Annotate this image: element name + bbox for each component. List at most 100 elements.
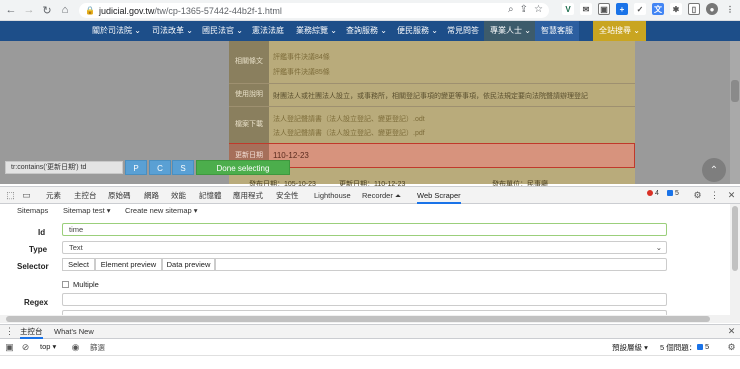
nav-constitutional-court[interactable]: 憲法法庭: [252, 21, 284, 41]
nav-business[interactable]: 業務綜覽 ⌄: [296, 21, 337, 41]
related-link-1[interactable]: 評鑑事件決議84條: [269, 52, 635, 62]
console-toolbar: ▣ ⊘ top ▾ ◉ 篩選 預設層級 ▾ 5 個問題： 5 ⚙: [0, 339, 740, 356]
issue-icon: [697, 344, 703, 351]
nav-service[interactable]: 便民服務 ⌄: [397, 21, 438, 41]
lock-icon[interactable]: 🔒: [85, 6, 95, 15]
nav-reform[interactable]: 司法改革 ⌄: [152, 21, 193, 41]
tab-performance[interactable]: 效能: [171, 187, 186, 204]
nav-site-search[interactable]: 全站搜尋 ⌄: [593, 21, 646, 41]
scroll-to-top-button[interactable]: ⌃: [702, 158, 726, 182]
tab-sources[interactable]: 原始碼: [108, 187, 131, 204]
download-link-odt[interactable]: 法人登記聲請書（法人設立登記、變更登記）.odt: [269, 114, 635, 124]
plus-extension-icon[interactable]: +: [616, 3, 628, 15]
close-drawer-icon[interactable]: ✕: [726, 326, 737, 337]
caret-down-icon: ▾: [52, 342, 57, 351]
drawer-tab-console[interactable]: 主控台: [20, 325, 43, 339]
log-level-dropdown[interactable]: 預設層級 ▾: [612, 342, 648, 353]
more-options-icon[interactable]: ⋮: [709, 190, 720, 201]
selector-preview-field[interactable]: tr:contains('更新日期') td: [5, 161, 123, 174]
tab-sitemap-test[interactable]: Sitemap test ▾: [63, 206, 111, 215]
regex-input[interactable]: [62, 293, 667, 306]
home-icon[interactable]: ⌂: [58, 3, 72, 17]
multiple-checkbox[interactable]: [62, 281, 69, 288]
select-child-button[interactable]: C: [149, 160, 171, 175]
error-count-badge[interactable]: 4: [647, 190, 659, 197]
tab-elements[interactable]: 元素: [46, 187, 61, 204]
close-devtools-icon[interactable]: ✕: [726, 190, 737, 201]
clear-console-icon[interactable]: ⊘: [20, 342, 31, 353]
regex-label: Regex: [24, 298, 49, 307]
type-select[interactable]: Text ⌄: [62, 241, 667, 254]
tab-create-sitemap[interactable]: Create new sitemap ▾: [125, 206, 198, 215]
vue-extension-icon[interactable]: V: [562, 3, 574, 15]
drawer-tab-whats-new[interactable]: What's New: [54, 325, 94, 339]
selector-input[interactable]: [215, 258, 667, 271]
nav-citizen-judge[interactable]: 國民法官 ⌄: [202, 21, 243, 41]
row-divider: [229, 83, 635, 84]
bookmark-star-icon[interactable]: ☆: [534, 4, 543, 15]
zoom-icon[interactable]: ⌕: [508, 4, 514, 15]
nav-professional[interactable]: 專業人士 ⌄: [484, 21, 537, 41]
id-label: Id: [38, 228, 46, 237]
url-path: /tw/cp-1365-57442-44b2f-1.html: [154, 5, 282, 16]
nav-about[interactable]: 關於司法院 ⌄: [92, 21, 141, 41]
message-count-badge[interactable]: 5: [667, 190, 679, 197]
tab-lighthouse[interactable]: Lighthouse: [314, 187, 351, 204]
element-preview-button[interactable]: Element preview: [95, 258, 162, 271]
screenshot-extension-icon[interactable]: ▣: [598, 3, 610, 15]
type-label: Type: [29, 245, 48, 254]
inspect-element-icon[interactable]: ⬚: [5, 190, 16, 201]
horizontal-scrollbar-thumb[interactable]: [6, 316, 710, 322]
forward-icon[interactable]: →: [22, 3, 36, 17]
console-settings-icon[interactable]: ⚙: [726, 342, 737, 353]
devtools-scrollbar-thumb[interactable]: [732, 206, 738, 271]
back-icon[interactable]: ←: [4, 3, 18, 17]
tab-recorder[interactable]: Recorder ⏶: [362, 187, 401, 204]
settings-gear-icon[interactable]: ⚙: [692, 190, 703, 201]
tab-security[interactable]: 安全性: [276, 187, 299, 204]
address-bar[interactable]: 🔒 judicial.gov.tw /tw/cp-1365-57442-44b2…: [79, 3, 549, 18]
id-input[interactable]: time: [62, 223, 667, 236]
webscraper-tabs: Sitemaps Sitemap test ▾ Create new sitem…: [0, 204, 740, 219]
nav-faq[interactable]: 常見問答: [447, 21, 479, 41]
select-sibling-button[interactable]: S: [172, 160, 194, 175]
tab-application[interactable]: 應用程式: [233, 187, 263, 204]
tab-sitemaps[interactable]: Sitemaps: [17, 206, 48, 215]
translate-extension-icon[interactable]: 文: [652, 3, 664, 15]
data-preview-button[interactable]: Data preview: [162, 258, 215, 271]
drawer-menu-icon[interactable]: ⋮: [4, 326, 15, 337]
tab-memory[interactable]: 記憶體: [199, 187, 222, 204]
nav-query[interactable]: 查詢服務 ⌄: [346, 21, 387, 41]
check-extension-icon[interactable]: ✓: [634, 3, 646, 15]
drawer-tabbar: ⋮ 主控台 What's New ✕: [0, 324, 740, 339]
issues-label[interactable]: 5 個問題：: [660, 342, 696, 353]
done-selecting-button[interactable]: Done selecting: [196, 160, 290, 175]
message-icon: [667, 190, 673, 197]
menu-kebab-icon[interactable]: ⋮: [724, 3, 736, 15]
puzzle-extension-icon[interactable]: ✱: [670, 3, 682, 15]
select-button[interactable]: Select: [62, 258, 95, 271]
select-parent-button[interactable]: P: [125, 160, 147, 175]
eye-icon[interactable]: ◉: [70, 342, 81, 353]
tab-web-scraper[interactable]: Web Scraper: [417, 187, 461, 204]
reload-icon[interactable]: ↻: [40, 3, 54, 17]
nav-smart-service[interactable]: 智慧客服: [535, 21, 579, 41]
gmail-extension-icon[interactable]: ✉: [580, 3, 592, 15]
issues-count-badge[interactable]: 5: [697, 342, 709, 351]
devtools-tabbar: ⬚ ▭ 元素 主控台 原始碼 網路 效能 記憶體 應用程式 安全性 Lighth…: [0, 186, 740, 204]
console-filter-input[interactable]: 篩選: [88, 341, 608, 354]
download-link-pdf[interactable]: 法人登記聲請書（法人設立登記、變更登記）.pdf: [269, 128, 635, 138]
related-link-2[interactable]: 評鑑事件決議85條: [269, 67, 635, 77]
page-scrollbar-thumb[interactable]: [731, 80, 739, 102]
share-icon[interactable]: ⇪: [520, 4, 528, 15]
site-navigation: 關於司法院 ⌄ 司法改革 ⌄ 國民法官 ⌄ 憲法法庭 業務綜覽 ⌄ 查詢服務 ⌄…: [0, 21, 740, 41]
tab-console[interactable]: 主控台: [74, 187, 97, 204]
device-toolbar-icon[interactable]: ▭: [21, 190, 32, 201]
sidebar-icon[interactable]: ▯: [688, 3, 700, 15]
tab-network[interactable]: 網路: [144, 187, 159, 204]
avatar[interactable]: ●: [706, 3, 718, 15]
sidebar-toggle-icon[interactable]: ▣: [4, 342, 15, 353]
page-scrollbar[interactable]: [730, 41, 740, 184]
url-host: judicial.gov.tw: [98, 5, 155, 16]
context-selector[interactable]: top ▾: [40, 342, 56, 351]
